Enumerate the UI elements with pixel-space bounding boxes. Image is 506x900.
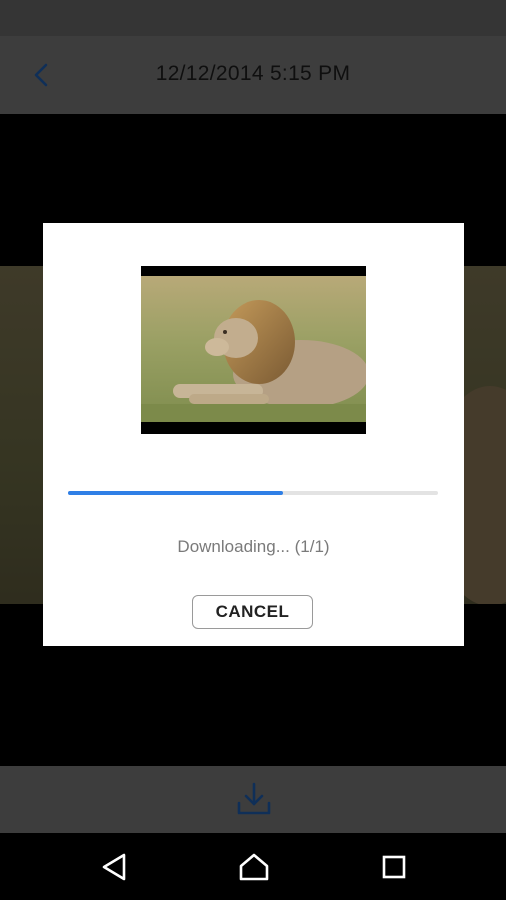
download-progress-fill [68,491,283,495]
nav-home-icon [239,853,269,881]
nav-home-button[interactable] [234,849,274,885]
nav-back-button[interactable] [94,849,134,885]
download-dialog: Downloading... (1/1) CANCEL [43,223,464,646]
download-progress-bar [68,491,438,495]
nav-recents-button[interactable] [374,849,414,885]
cancel-button[interactable]: CANCEL [192,595,313,629]
screen: 12/12/2014 5:15 PM [0,0,506,900]
nav-back-icon [102,853,126,881]
nav-recents-icon [382,855,406,879]
thumbnail-frame [141,266,366,434]
lion-thumbnail [141,276,366,422]
download-status-text: Downloading... (1/1) [177,537,330,556]
system-nav-bar [0,833,506,900]
